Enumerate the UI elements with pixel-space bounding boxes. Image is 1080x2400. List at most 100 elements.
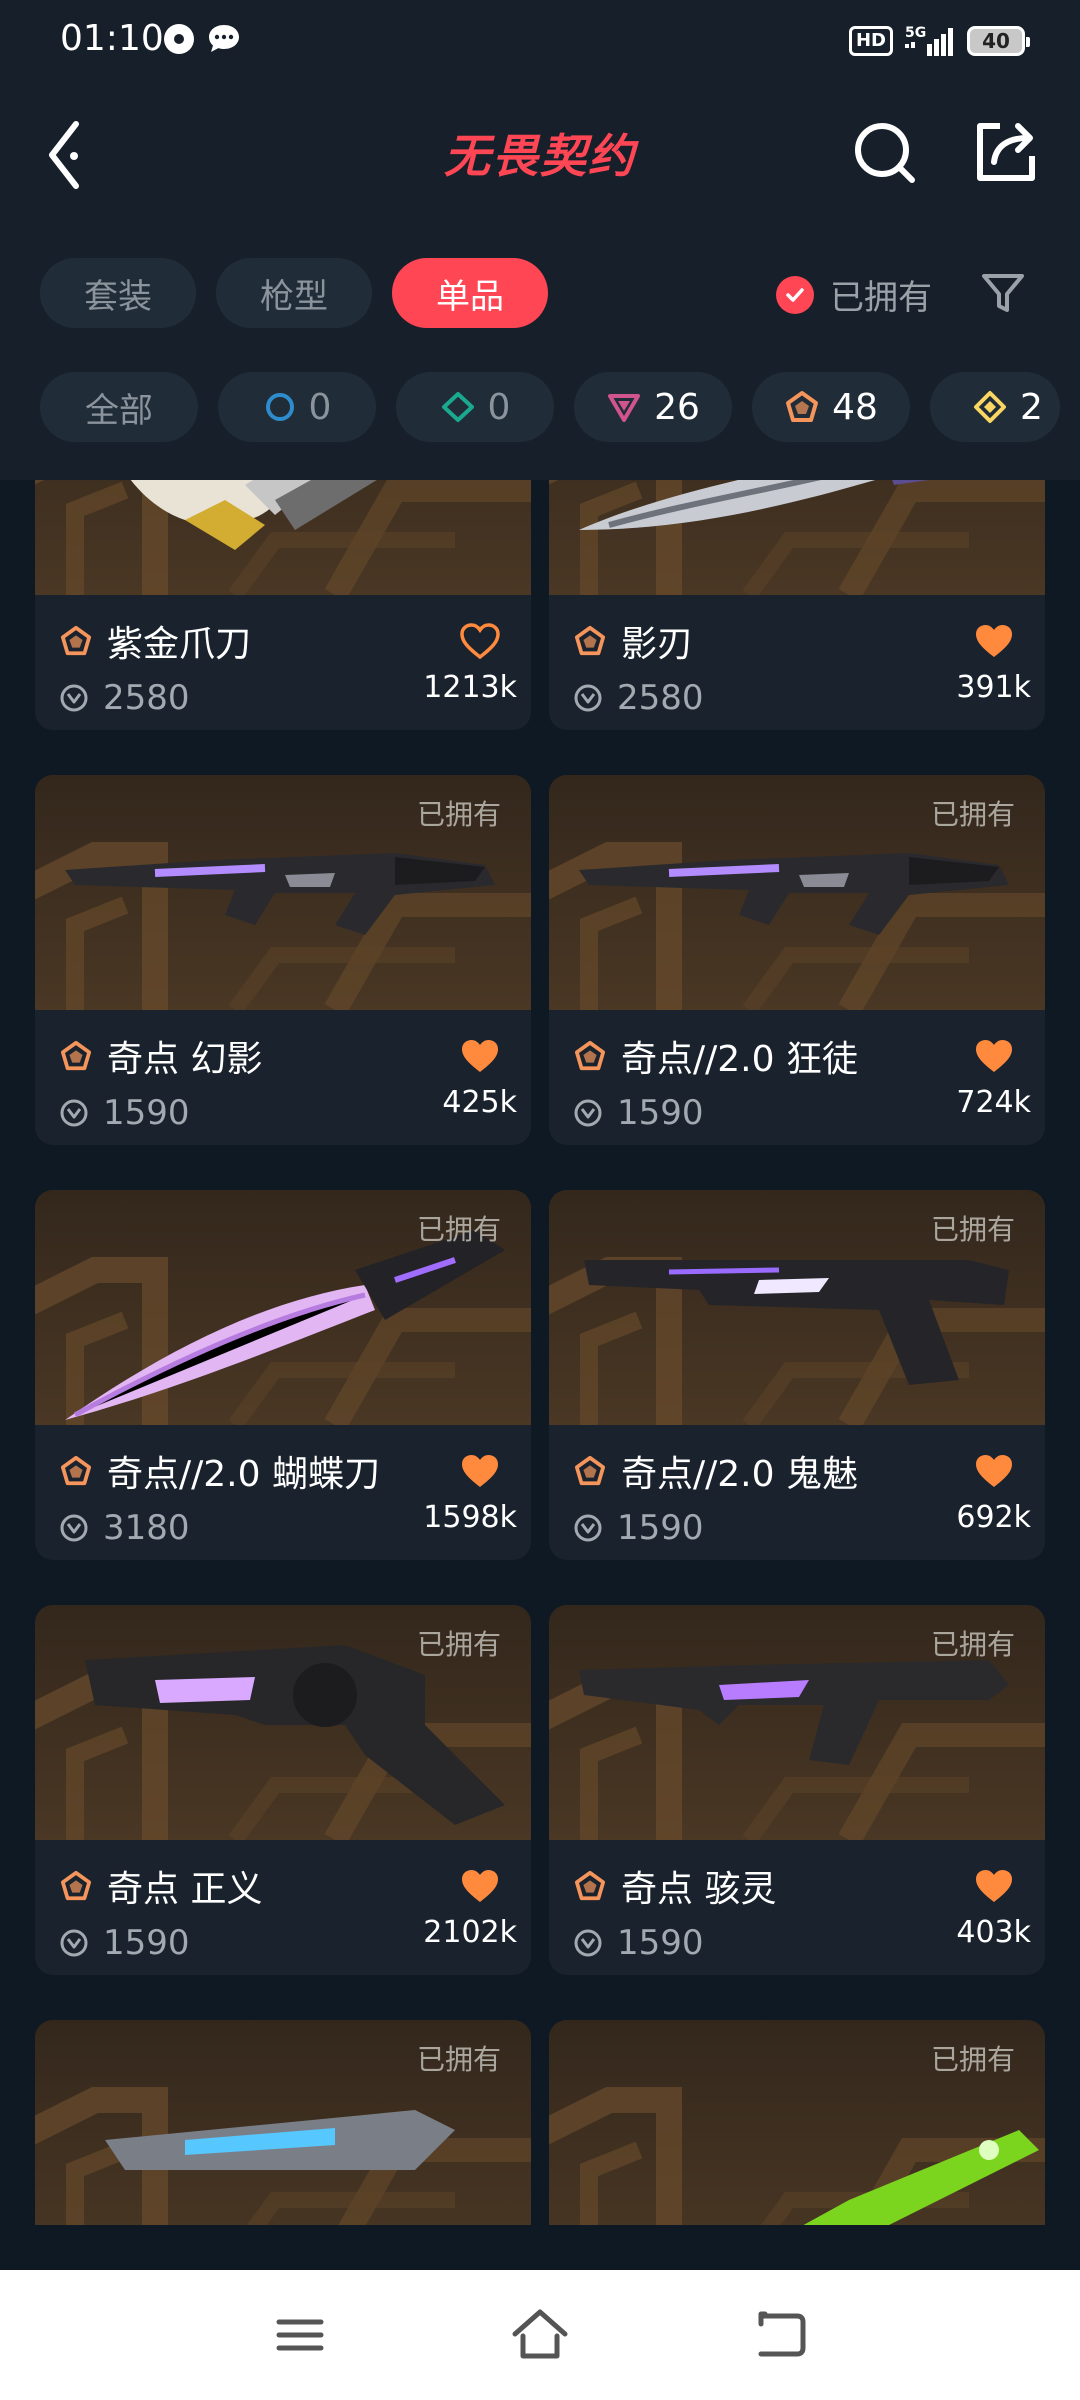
skin-price: 2580: [103, 678, 190, 718]
like-count: 425k: [442, 1085, 517, 1120]
skin-grid: 已拥有 紫金爪刀 2580 1213k 已拥有: [0, 480, 1080, 2225]
skin-card[interactable]: 已拥有 奇点 正义 1590 2102k: [35, 1605, 531, 1975]
skin-image: 已拥有: [35, 480, 531, 595]
like-count: 403k: [956, 1915, 1031, 1950]
owned-tag: 已拥有: [930, 2043, 1015, 2076]
tier-chip-premium[interactable]: 26: [574, 372, 732, 442]
skin-price: 3180: [103, 1508, 190, 1548]
hd-badge: HD: [848, 26, 893, 56]
tab-single-items[interactable]: 单品: [392, 258, 548, 328]
premium-tier-icon: [608, 394, 641, 422]
vp-currency-icon: [60, 1099, 88, 1127]
skin-image: 已拥有: [35, 1605, 531, 1840]
tier-chip-deluxe[interactable]: 0: [396, 372, 554, 442]
skin-name-row: 奇点//2.0 蝴蝶刀: [59, 1445, 380, 1497]
skin-name: 奇点//2.0 蝴蝶刀: [107, 1454, 380, 1495]
skin-price-row: 1590: [573, 1923, 704, 1963]
heart-icon[interactable]: [459, 1452, 501, 1490]
skin-price-row: 1590: [59, 1093, 190, 1133]
skin-image: 已拥有: [549, 775, 1045, 1010]
exclusive-tier-icon: [574, 1455, 606, 1486]
heart-icon[interactable]: [973, 1867, 1015, 1905]
status-time: 01:10: [60, 18, 164, 59]
tier-chip-exclusive[interactable]: 48: [752, 372, 910, 442]
skin-price: 2580: [617, 678, 704, 718]
signal-icon: 5G: [905, 25, 953, 56]
skin-card[interactable]: 已拥有 奇点 骇灵 1590 403k: [549, 1605, 1045, 1975]
tier-filter-row: 全部 0 0 26 48 2: [40, 372, 1060, 442]
owned-tag: 已拥有: [416, 1213, 501, 1246]
vp-currency-icon: [574, 1099, 602, 1127]
status-bar: 01:10 HD 5G 40: [0, 0, 1080, 80]
tier-count: 48: [832, 386, 878, 428]
return-icon[interactable]: [745, 2300, 815, 2370]
heart-icon[interactable]: [459, 1037, 501, 1075]
skin-price-row: 2580: [59, 678, 190, 718]
ultra-tier-icon: [974, 391, 1006, 423]
battery-indicator: 40: [967, 26, 1030, 56]
skin-price-row: 2580: [573, 678, 704, 718]
skin-price: 1590: [103, 1093, 190, 1133]
vp-currency-icon: [574, 1929, 602, 1957]
skin-card[interactable]: 已拥有 奇点//2.0 狂徒 1590 724k: [549, 775, 1045, 1145]
exclusive-tier-icon: [786, 391, 819, 422]
deluxe-tier-icon: [441, 392, 474, 422]
heart-icon[interactable]: [459, 1867, 501, 1905]
heart-icon[interactable]: [973, 1037, 1015, 1075]
heart-icon[interactable]: [973, 622, 1015, 660]
owned-filter-toggle[interactable]: 已拥有: [776, 270, 932, 319]
tier-count: 2: [1020, 386, 1043, 428]
skin-name: 奇点//2.0 鬼魅: [621, 1454, 858, 1495]
heart-icon[interactable]: [973, 1452, 1015, 1490]
heart-icon[interactable]: [459, 622, 501, 660]
owned-tag: 已拥有: [416, 1628, 501, 1661]
skin-price-row: 1590: [59, 1923, 190, 1963]
skin-price-row: 3180: [59, 1508, 190, 1548]
tier-count: 0: [487, 386, 511, 428]
vp-currency-icon: [60, 1514, 88, 1542]
home-icon[interactable]: [505, 2300, 575, 2370]
owned-filter-label: 已拥有: [830, 278, 932, 318]
exclusive-tier-icon: [574, 1040, 606, 1071]
skin-name-row: 奇点 骇灵: [573, 1860, 776, 1912]
skin-card[interactable]: 已拥有 奇点 幻影 1590 425k: [35, 775, 531, 1145]
skin-name-row: 奇点//2.0 鬼魅: [573, 1445, 858, 1497]
owned-tag: 已拥有: [930, 1628, 1015, 1661]
vp-currency-icon: [60, 1929, 88, 1957]
search-icon[interactable]: [850, 118, 920, 188]
tier-count: 26: [654, 386, 700, 428]
skin-image: 已拥有: [549, 1190, 1045, 1425]
exclusive-tier-icon: [574, 625, 606, 656]
like-count: 692k: [956, 1500, 1031, 1535]
menu-icon[interactable]: [265, 2300, 335, 2370]
message-icon: [209, 25, 239, 52]
select-tier-icon: [265, 393, 294, 421]
skin-price: 1590: [617, 1508, 704, 1548]
skin-card[interactable]: 已拥有: [35, 2020, 531, 2225]
like-count: 1213k: [423, 670, 517, 705]
exclusive-tier-icon: [574, 1870, 606, 1901]
skin-card[interactable]: 已拥有 紫金爪刀 2580 1213k: [35, 480, 531, 730]
skin-card[interactable]: 已拥有 影刃 2580 391k: [549, 480, 1045, 730]
exclusive-tier-icon: [60, 625, 92, 656]
tier-chip-select[interactable]: 0: [218, 372, 376, 442]
skin-name-row: 影刃: [573, 615, 693, 667]
tier-chip-all[interactable]: 全部: [40, 372, 198, 442]
share-icon[interactable]: [970, 116, 1040, 186]
owned-tag: 已拥有: [416, 798, 501, 831]
skin-image: 已拥有: [35, 1190, 531, 1425]
tier-chip-ultra[interactable]: 2: [930, 372, 1060, 442]
skin-price: 1590: [617, 1093, 704, 1133]
filter-icon[interactable]: [978, 268, 1028, 318]
skin-name-row: 奇点//2.0 狂徒: [573, 1030, 858, 1082]
skin-card[interactable]: 已拥有 奇点//2.0 鬼魅 1590 692k: [549, 1190, 1045, 1560]
exclusive-tier-icon: [60, 1870, 92, 1901]
tier-count: 0: [308, 386, 332, 428]
tab-bundles[interactable]: 套装: [40, 258, 196, 328]
weapon-illustration: [579, 480, 929, 530]
tab-weapon-types[interactable]: 枪型: [216, 258, 372, 328]
skin-card[interactable]: 已拥有: [549, 2020, 1045, 2225]
skin-card[interactable]: 已拥有 奇点//2.0 蝴蝶刀 3180 1598k: [35, 1190, 531, 1560]
skin-price: 1590: [103, 1923, 190, 1963]
weapon-illustration: [130, 480, 377, 550]
